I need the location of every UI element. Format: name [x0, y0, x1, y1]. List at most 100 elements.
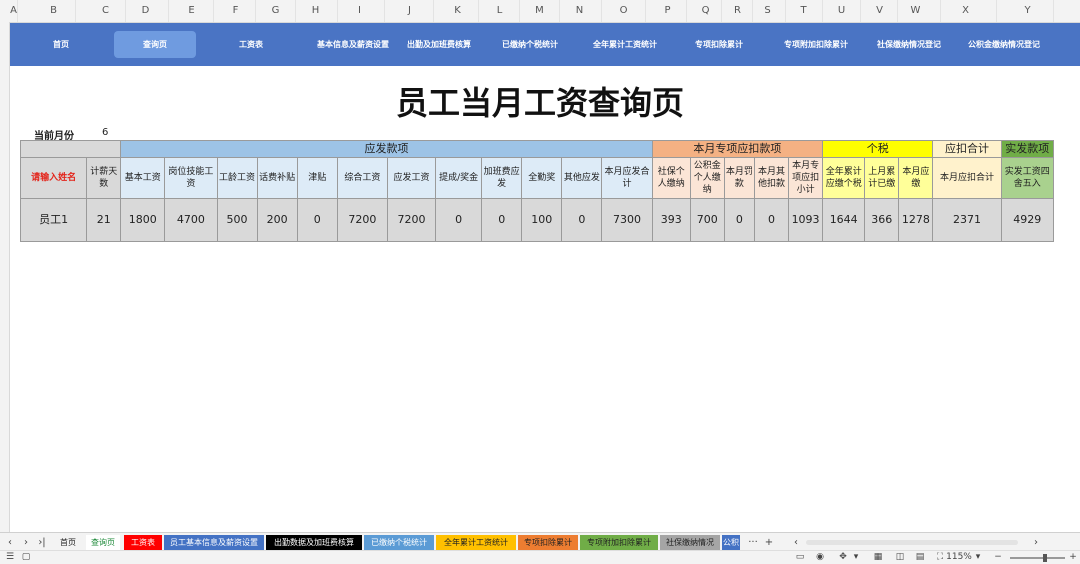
row-number-mark: [0, 386, 9, 399]
status-bar: ☰ ▢ ▭ ◉ ✥ ▾ ▦ ◫ ▤ ⛶ 115% ▾ − +: [0, 550, 1080, 564]
group-yingfa: 应发款项: [120, 140, 653, 158]
column-header[interactable]: E: [170, 0, 214, 22]
column-header[interactable]: R: [723, 0, 753, 22]
column-header[interactable]: B: [32, 0, 76, 22]
sheet-tab[interactable]: 出勤数据及加班费核算: [266, 535, 362, 550]
row-number-mark: [0, 438, 9, 451]
column-header[interactable]: I: [335, 0, 385, 22]
header-cell: 加班费应发: [481, 157, 523, 199]
scroll-right-icon[interactable]: ›: [1030, 535, 1042, 550]
column-header[interactable]: K: [437, 0, 479, 22]
nav-social-security-button[interactable]: 社保缴纳情况登记: [868, 31, 950, 58]
data-cell: 366: [864, 198, 900, 242]
page-layout-icon[interactable]: ◫: [894, 551, 906, 564]
data-cell: 500: [216, 198, 258, 242]
nav-home-button[interactable]: 首页: [40, 31, 82, 58]
zoom-in-icon[interactable]: +: [1068, 551, 1078, 564]
horizontal-scrollbar[interactable]: [806, 540, 1018, 545]
column-header[interactable]: U: [823, 0, 861, 22]
header-cell: 全年累计应缴个税: [822, 157, 866, 199]
tab-first-icon[interactable]: ‹: [4, 535, 16, 550]
scroll-left-icon[interactable]: ‹: [790, 535, 802, 550]
column-header[interactable]: P: [649, 0, 687, 22]
column-header[interactable]: M: [520, 0, 560, 22]
data-cell: 200: [256, 198, 298, 242]
data-cell: 0: [296, 198, 338, 242]
column-header[interactable]: Q: [690, 0, 722, 22]
page-break-icon[interactable]: ▤: [914, 551, 926, 564]
zoom-out-icon[interactable]: −: [993, 551, 1003, 564]
sheet-tab[interactable]: 专项附加扣除累计: [580, 535, 658, 550]
row-number-mark: [0, 451, 9, 464]
chevron-down-icon[interactable]: ▾: [852, 551, 860, 564]
tab-last-icon[interactable]: ›|: [36, 535, 48, 550]
sheet-tab[interactable]: 已缴纳个税统计: [364, 535, 434, 550]
layout-icon[interactable]: ▭: [794, 551, 806, 564]
sheet-tab[interactable]: 专项扣除累计: [518, 535, 578, 550]
column-header[interactable]: O: [602, 0, 646, 22]
zoom-dropdown-icon[interactable]: ▾: [974, 551, 982, 564]
group-net-pay: 实发款项: [1000, 140, 1055, 158]
add-sheet-icon[interactable]: +: [763, 535, 775, 550]
tab-prev-icon[interactable]: ›: [20, 535, 32, 550]
column-header[interactable]: D: [123, 0, 169, 22]
nav-annual-salary-button[interactable]: 全年累计工资统计: [584, 31, 666, 58]
nav-attendance-button[interactable]: 出勤及加班费核算: [398, 31, 480, 58]
sheet-tab[interactable]: 公积: [722, 535, 740, 550]
column-header[interactable]: L: [480, 0, 520, 22]
nav-special-additional-button[interactable]: 专项附加扣除累计: [774, 31, 858, 58]
current-month-value[interactable]: 6: [102, 127, 108, 138]
row-number-mark: [0, 412, 9, 425]
column-header[interactable]: T: [785, 0, 823, 22]
data-cell: 700: [689, 198, 725, 242]
sheet-list-icon[interactable]: ☰: [4, 551, 16, 564]
nav-payroll-button[interactable]: 工资表: [228, 31, 274, 58]
header-cell: 社保个人缴纳: [651, 157, 691, 199]
nav-tax-paid-button[interactable]: 已缴纳个税统计: [494, 31, 566, 58]
sheet-tab[interactable]: 社保缴纳情况: [660, 535, 720, 550]
normal-view-icon[interactable]: ▦: [872, 551, 884, 564]
sheet-tab[interactable]: 首页: [54, 535, 82, 550]
column-header[interactable]: S: [750, 0, 786, 22]
column-header[interactable]: J: [386, 0, 434, 22]
row-number-mark: [0, 477, 9, 490]
eye-protection-icon[interactable]: ◉: [814, 551, 826, 564]
data-cell: 100: [521, 198, 563, 242]
row-number-mark: [0, 204, 9, 217]
sheet-tab[interactable]: 员工基本信息及薪资设置: [164, 535, 264, 550]
row-number-mark: [0, 360, 9, 373]
column-header[interactable]: H: [294, 0, 338, 22]
page-title: 员工当月工资查询页: [395, 84, 684, 122]
nav-housing-fund-button[interactable]: 公积金缴纳情况登记: [960, 31, 1048, 58]
column-header[interactable]: C: [86, 0, 126, 22]
row-number-mark: [0, 399, 9, 412]
row-number-mark: [0, 191, 9, 204]
zoom-slider-handle[interactable]: [1043, 554, 1047, 562]
row-number-mark: [0, 464, 9, 477]
focus-mode-icon[interactable]: ✥: [836, 551, 850, 564]
more-tabs-icon[interactable]: ···: [745, 535, 761, 550]
nav-special-deduction-button[interactable]: 专项扣除累计: [686, 31, 752, 58]
column-header[interactable]: W: [891, 0, 941, 22]
zoom-slider[interactable]: [1010, 557, 1065, 559]
column-header[interactable]: N: [558, 0, 602, 22]
header-cell: 岗位技能工资: [164, 157, 218, 199]
column-header[interactable]: X: [935, 0, 997, 22]
name-input-prompt[interactable]: 请输入姓名: [19, 157, 88, 199]
employee-name-cell[interactable]: 员工1: [19, 198, 88, 242]
sheet-tab[interactable]: 全年累计工资统计: [436, 535, 516, 550]
column-header[interactable]: A: [10, 0, 18, 22]
nav-basic-info-button[interactable]: 基本信息及薪资设置: [300, 31, 406, 58]
column-header[interactable]: G: [256, 0, 296, 22]
data-cell: 0: [561, 198, 603, 242]
nav-query-button[interactable]: 查询页: [114, 31, 196, 58]
macro-icon[interactable]: ▢: [20, 551, 32, 564]
sheet-tab[interactable]: 工资表: [124, 535, 162, 550]
data-cell: 4929: [1000, 198, 1055, 242]
zoom-level[interactable]: 115%: [944, 551, 974, 564]
column-header[interactable]: F: [216, 0, 256, 22]
row-number-mark: [0, 61, 9, 74]
row-number-mark: [0, 425, 9, 438]
data-cell: 0: [723, 198, 755, 242]
column-header[interactable]: Y: [1002, 0, 1054, 22]
